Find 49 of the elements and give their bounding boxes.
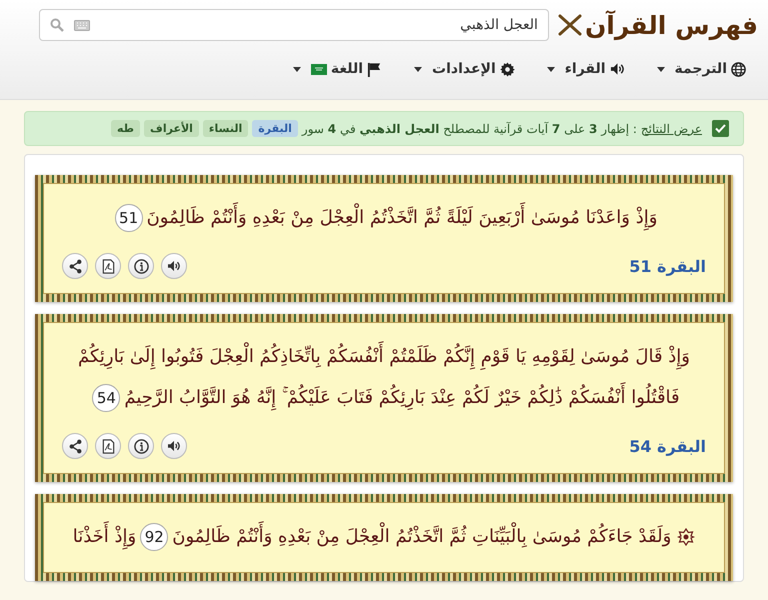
share-icon <box>68 438 82 454</box>
results-label: عرض النتائج <box>640 122 702 136</box>
caret-icon <box>656 66 665 72</box>
globe-icon <box>731 62 746 76</box>
info-button[interactable] <box>128 253 154 279</box>
speaker-icon <box>167 440 181 452</box>
verse-text: وَلَقَدْ جَاءَكُمْ مُوسَىٰ بِالْبَيِّنَاتِ ثُمَّ اتَّخَذْتُمُ الْعِجْلَ مِنْ بَعْدِهِ وَأَنْتُمْ ظَالِمُونَ <box>172 517 672 558</box>
share-button[interactable] <box>62 253 88 279</box>
flag-icon <box>367 62 382 76</box>
info-button[interactable] <box>128 433 154 459</box>
pdf-document-icon <box>102 258 114 274</box>
verse-number: 92 <box>140 523 168 552</box>
site-logo[interactable]: فهرس القرآن <box>584 10 758 40</box>
speaker-icon <box>610 62 625 76</box>
share-icon <box>68 258 82 274</box>
checkbox[interactable] <box>712 120 729 137</box>
verse-reference-link[interactable]: البقرة 54 <box>629 436 706 456</box>
caret-icon <box>292 66 301 72</box>
menu-dropdown[interactable]: الترجمة <box>650 57 752 81</box>
hizb-star-icon <box>677 528 696 546</box>
verse-text: فَاقْتُلُوا أَنْفُسَكُمْ ذَٰلِكُمْ خَيْرٌ لَكُمْ عِنْدَ بَارِئِكُمْ فَتَابَ عَلَيْكُمْ ۚ إِنَّهُ هُوَ التَّوَّابُ الرَّحِيمُ <box>124 378 680 419</box>
surah-tag[interactable]: النساء <box>202 120 248 137</box>
audio-button[interactable] <box>161 253 187 279</box>
check-icon <box>715 124 726 133</box>
menu-dropdown[interactable]: الإعدادات <box>408 57 521 81</box>
surah-tag[interactable]: الأعراف <box>144 120 199 137</box>
info-icon <box>134 258 148 274</box>
menu-dropdown[interactable]: القراء <box>540 57 631 81</box>
surah-tag[interactable]: البقرة <box>252 120 298 137</box>
verse-text: وَإِذْ أَخَذْنَا <box>72 517 136 558</box>
pdf-button[interactable] <box>95 433 121 459</box>
verse-text: وَإِذْ قَالَ مُوسَىٰ لِقَوْمِهِ يَا قَوْمِ إِنَّكُمْ ظَلَمْتُمْ أَنْفُسَكُمْ بِاتِّخَاذِكُمُ الْعِجْلَ فَتُوبُوا إِلَىٰ بَارِئِكُمْ <box>78 337 690 378</box>
surah-tag[interactable]: طه <box>111 120 140 137</box>
pdf-document-icon <box>102 438 114 454</box>
info-icon <box>134 438 148 454</box>
pdf-button[interactable] <box>95 253 121 279</box>
menu-dropdown[interactable]: اللغة <box>286 57 388 81</box>
share-button[interactable] <box>62 433 88 459</box>
audio-button[interactable] <box>161 433 187 459</box>
verse-text: وَإِذْ وَاعَدْنَا مُوسَىٰ أَرْبَعِينَ لَيْلَةً ثُمَّ اتَّخَذْتُمُ الْعِجْلَ مِنْ بَعْدِهِ وَأَنْتُمْ ظَالِمُونَ <box>146 198 658 239</box>
caret-icon <box>414 66 422 72</box>
caret-icon <box>546 66 555 72</box>
gear-icon <box>500 62 515 76</box>
verse-number: 51 <box>114 204 143 232</box>
verse-reference-link[interactable]: البقرة 51 <box>629 256 706 276</box>
verse-number: 54 <box>92 384 120 412</box>
speaker-icon <box>167 260 181 272</box>
crossed-swords-icon <box>556 14 583 36</box>
country-flag-icon <box>310 64 327 74</box>
